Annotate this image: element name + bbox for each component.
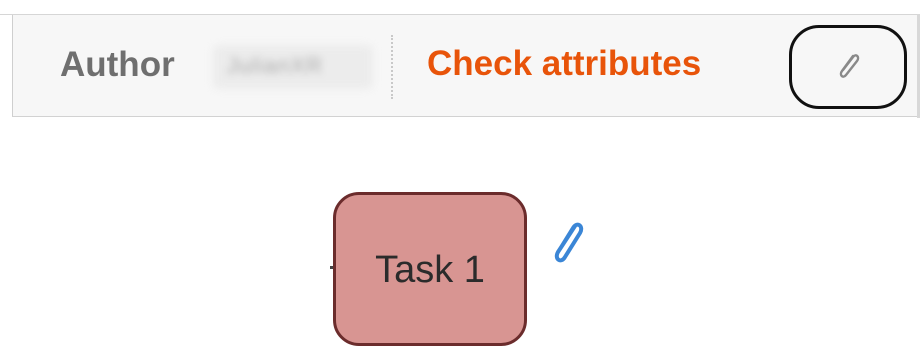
attributes-toolbar: Author JulianXR Check attributes [12,15,920,117]
author-label: Author [60,45,175,84]
toolbar-divider [391,35,393,99]
author-value-text: JulianXR [227,53,324,78]
attachment-button[interactable] [789,25,907,109]
author-value-blurred: JulianXR [213,45,373,89]
paperclip-icon[interactable] [545,218,587,270]
task-node[interactable]: Task 1 [333,192,527,346]
check-attributes-link[interactable]: Check attributes [427,43,701,85]
task-label: Task 1 [375,249,485,291]
top-strip [0,0,920,15]
screenshot-stage: Author JulianXR Check attributes Task 1 [0,0,920,361]
paperclip-icon [839,54,860,78]
